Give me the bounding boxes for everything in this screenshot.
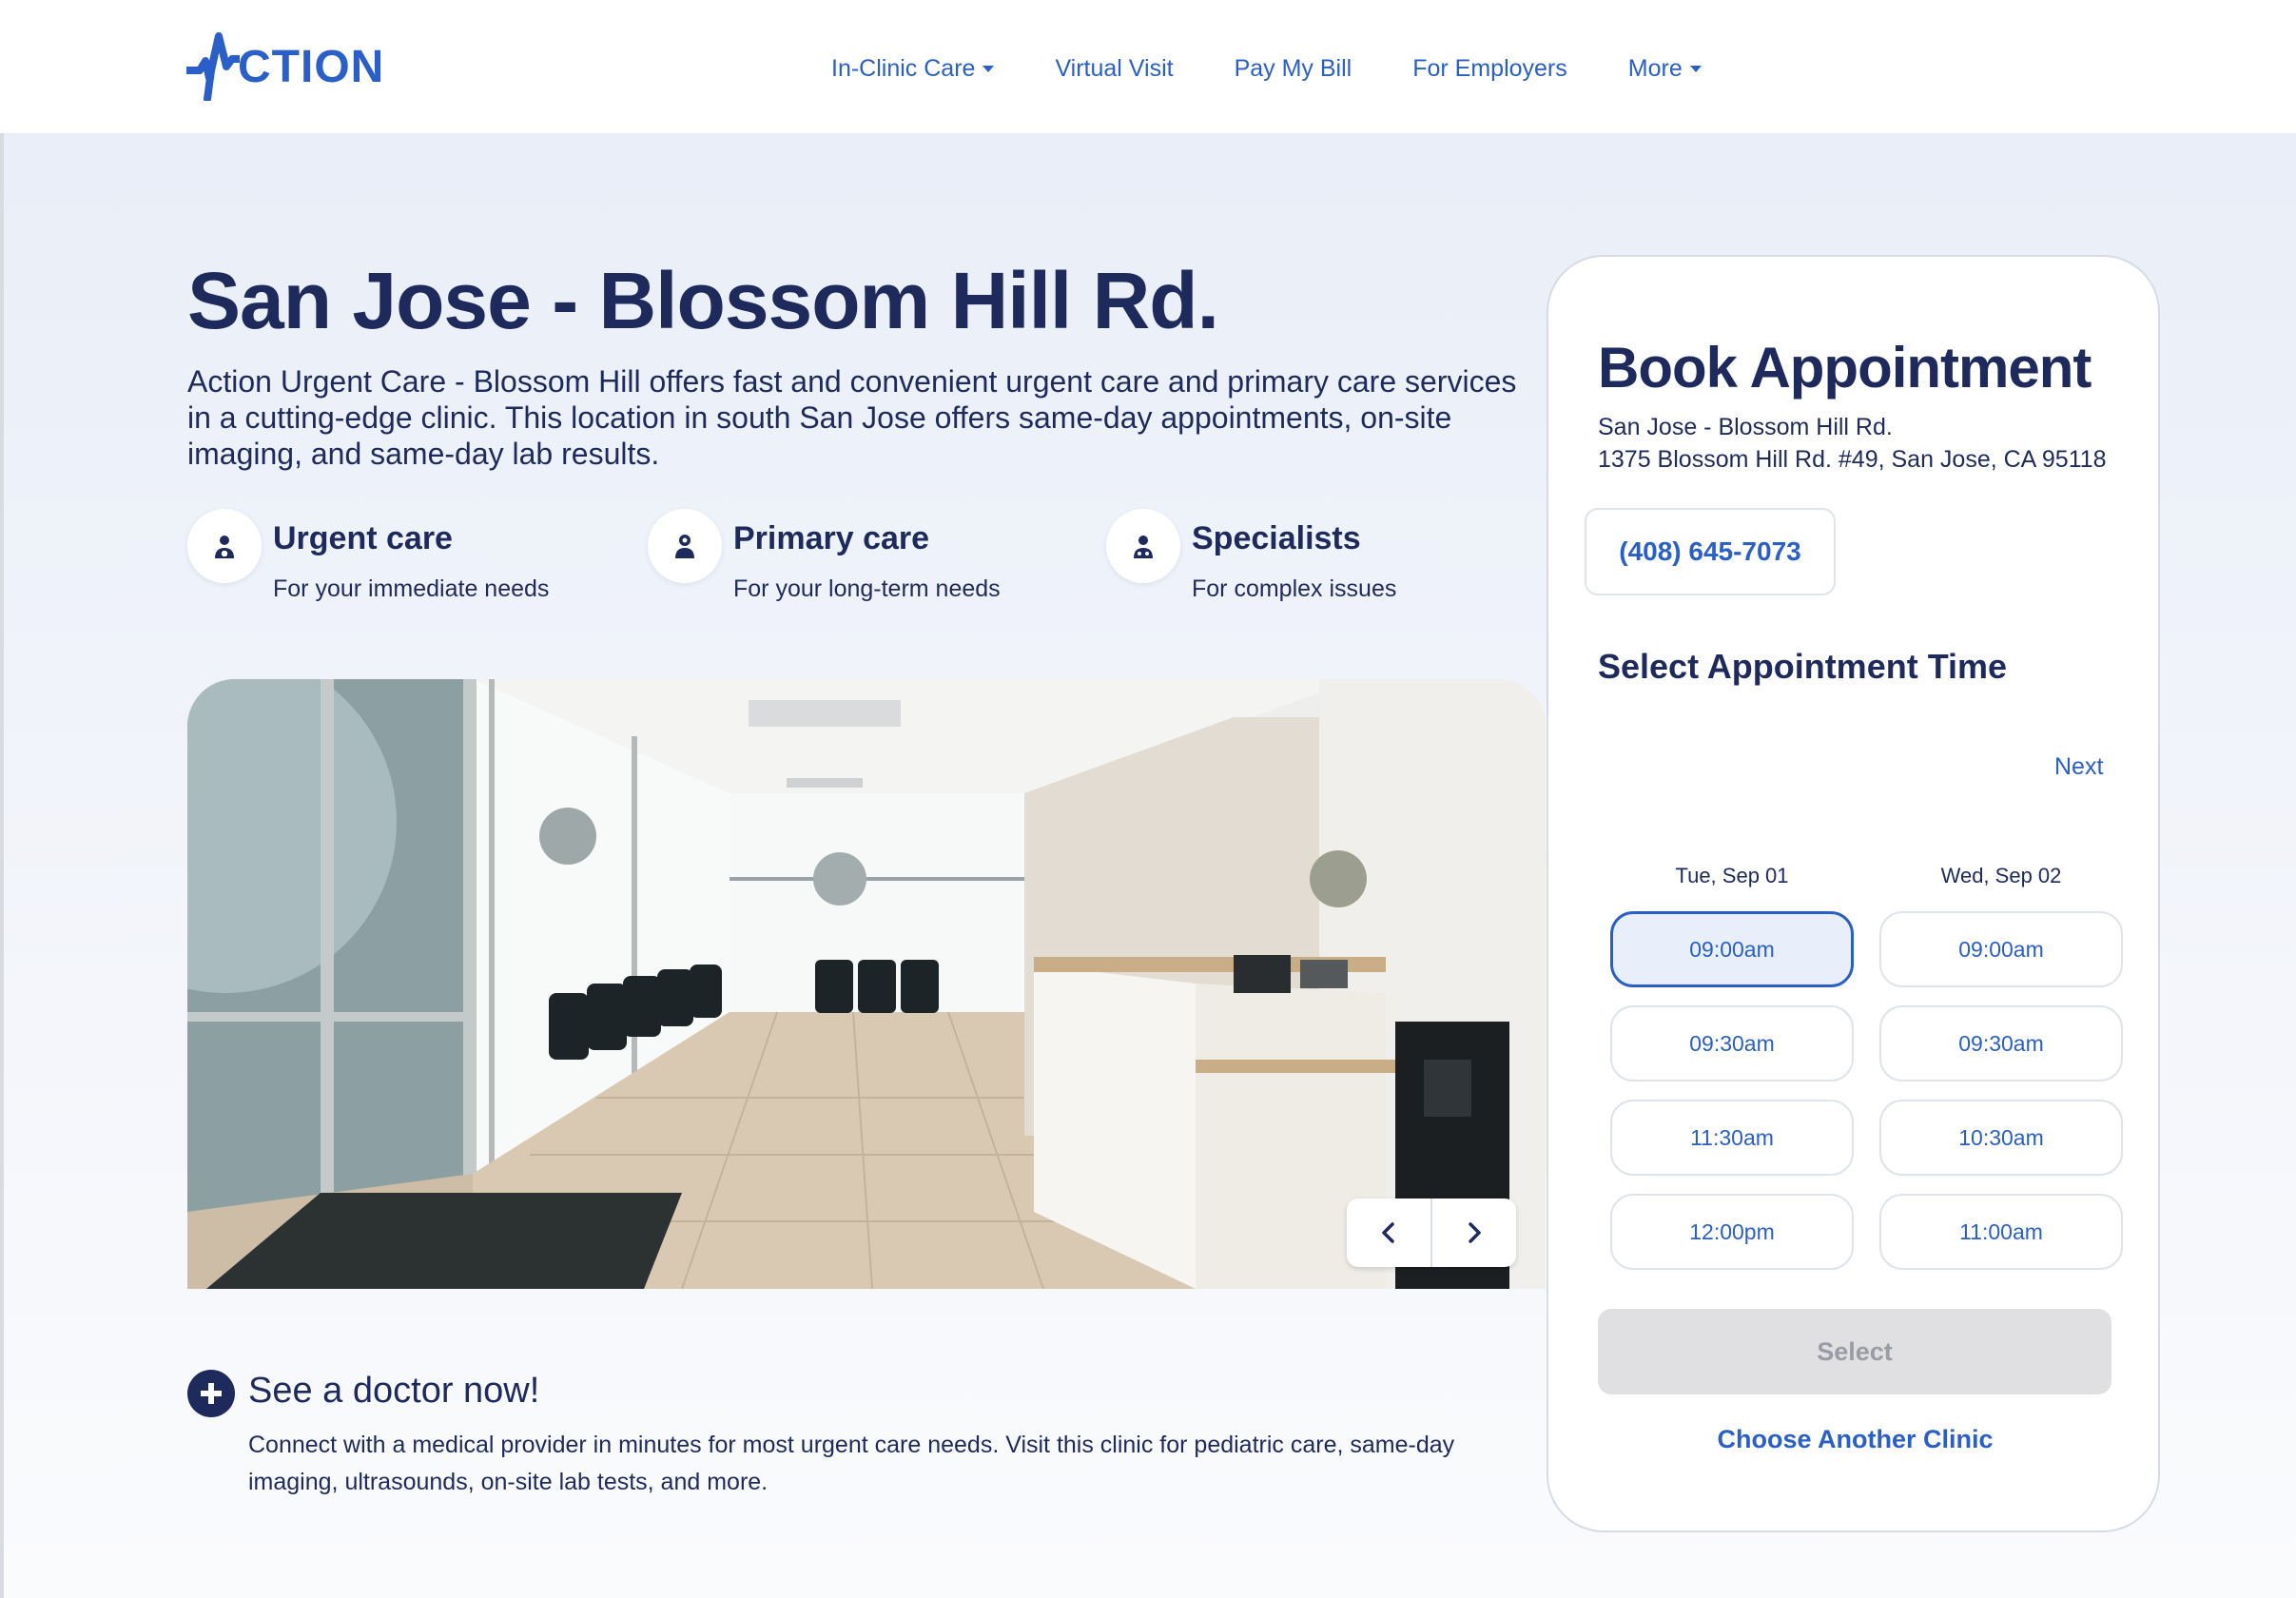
booking-location: San Jose - Blossom Hill Rd. 1375 Blossom… [1598, 411, 2107, 476]
see-doctor-text: Connect with a medical provider in minut… [248, 1432, 1455, 1495]
care-title: Specialists [1192, 520, 1361, 556]
time-slot[interactable]: 09:30am [1610, 1005, 1854, 1082]
nav-more[interactable]: More [1628, 55, 1702, 83]
nav-label: Pay My Bill [1234, 54, 1352, 82]
care-title: Primary care [733, 520, 930, 556]
select-button[interactable]: Select [1598, 1309, 2111, 1394]
logo-text: CTION [238, 41, 385, 92]
specialist-icon [1106, 509, 1180, 583]
time-slot[interactable]: 09:00am [1879, 911, 2123, 987]
nav-for-employers[interactable]: For Employers [1412, 55, 1567, 83]
main-nav: In-Clinic Care Virtual Visit Pay My Bill… [831, 49, 1702, 88]
care-subtitle: For your immediate needs [273, 575, 550, 602]
page-title: San Jose - Blossom Hill Rd. [187, 256, 1219, 345]
time-slot[interactable]: 11:00am [1879, 1194, 2123, 1270]
time-slot[interactable]: 09:30am [1879, 1005, 2123, 1082]
carousel-prev-button[interactable] [1347, 1198, 1430, 1267]
nav-label: For Employers [1412, 54, 1567, 82]
care-subtitle: For complex issues [1192, 575, 1397, 602]
care-types: Urgent care For your immediate needs Pri… [187, 509, 1519, 614]
day-label: Wed, Sep 02 [1940, 864, 2062, 887]
urgent-care-icon [187, 509, 262, 583]
time-slot[interactable]: 10:30am [1879, 1100, 2123, 1176]
care-title: Urgent care [273, 520, 453, 556]
next-dates-link[interactable]: Next [2054, 753, 2103, 781]
time-slot[interactable]: 09:00am [1610, 911, 1854, 987]
clinic-photo [187, 679, 1546, 1289]
day-column: Wed, Sep 02 [1879, 862, 2123, 890]
day-column: Tue, Sep 01 [1610, 862, 1854, 890]
time-slot[interactable]: 11:30am [1610, 1100, 1854, 1176]
choose-another-clinic-link[interactable]: Choose Another Clinic [1548, 1425, 2162, 1454]
booking-card: Book Appointment San Jose - Blossom Hill… [1547, 255, 2160, 1532]
nav-label: In-Clinic Care [831, 54, 976, 82]
carousel-controls [1347, 1198, 1516, 1267]
phone-button[interactable]: (408) 645-7073 [1585, 508, 1836, 595]
plus-icon [187, 1370, 235, 1417]
select-time-heading: Select Appointment Time [1598, 647, 2008, 686]
location-name: San Jose - Blossom Hill Rd. [1598, 414, 1893, 440]
nav-in-clinic-care[interactable]: In-Clinic Care [831, 54, 995, 83]
day-label: Tue, Sep 01 [1675, 864, 1789, 887]
site-header: CTION In-Clinic Care Virtual Visit Pay M… [0, 0, 2296, 133]
time-slot[interactable]: 12:00pm [1610, 1194, 1854, 1270]
primary-care-icon [648, 509, 722, 583]
booking-title: Book Appointment [1598, 336, 2092, 400]
chevron-left-icon [1382, 1222, 1394, 1243]
chevron-right-icon [1469, 1222, 1481, 1243]
see-doctor-title: See a doctor now! [248, 1371, 540, 1411]
clinic-description: Action Urgent Care - Blossom Hill offers… [187, 364, 1517, 471]
caret-down-icon [983, 65, 995, 72]
carousel-next-button[interactable] [1430, 1198, 1516, 1267]
nav-pay-my-bill[interactable]: Pay My Bill [1235, 55, 1352, 83]
location-address: 1375 Blossom Hill Rd. #49, San Jose, CA … [1598, 446, 2107, 473]
caret-down-icon [1689, 65, 1702, 72]
logo-pulse-icon [186, 32, 240, 101]
nav-label: More [1627, 54, 1683, 82]
care-subtitle: For your long-term needs [733, 575, 1001, 602]
nav-label: Virtual Visit [1055, 54, 1174, 82]
nav-virtual-visit[interactable]: Virtual Visit [1055, 55, 1173, 83]
action-logo[interactable]: CTION [186, 32, 388, 101]
